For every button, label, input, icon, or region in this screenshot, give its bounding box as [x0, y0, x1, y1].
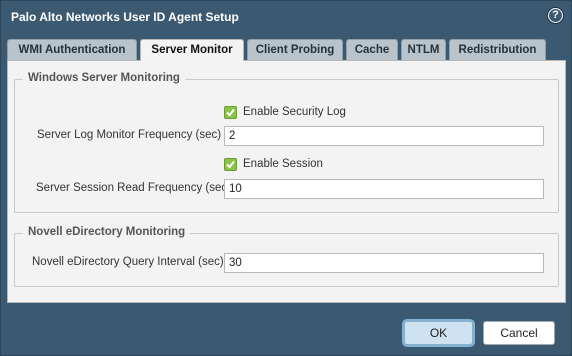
query-interval-input[interactable]: [224, 253, 544, 273]
enable-security-log-label: Enable Security Log: [243, 106, 346, 118]
window-title: Palo Alto Networks User ID Agent Setup: [11, 10, 239, 24]
novell-edirectory-monitoring-title: Novell eDirectory Monitoring: [23, 226, 191, 238]
server-monitor-panel: Windows Server Monitoring Enable Securit…: [7, 60, 566, 303]
help-icon[interactable]: ?: [548, 8, 563, 23]
enable-security-log-checkbox[interactable]: [224, 106, 237, 119]
ok-button[interactable]: OK: [404, 321, 473, 345]
query-interval-label: Novell eDirectory Query Interval (sec): [32, 256, 224, 268]
tab-cache[interactable]: Cache: [346, 39, 398, 60]
log-frequency-input[interactable]: [224, 126, 544, 146]
enable-session-checkbox[interactable]: [224, 158, 237, 171]
tab-ntlm[interactable]: NTLM: [401, 39, 446, 60]
session-frequency-label: Server Session Read Frequency (sec): [36, 182, 231, 194]
tab-wmi-authentication[interactable]: WMI Authentication: [7, 39, 137, 60]
novell-edirectory-monitoring-group: Novell eDirectory Monitoring Novell eDir…: [14, 226, 559, 287]
log-frequency-label: Server Log Monitor Frequency (sec): [37, 129, 222, 141]
tab-bar: WMI Authentication Server Monitor Client…: [7, 39, 567, 61]
windows-server-monitoring-group: Windows Server Monitoring Enable Securit…: [14, 72, 559, 213]
tab-server-monitor[interactable]: Server Monitor: [140, 39, 244, 61]
checkmark-icon: [226, 160, 235, 169]
dialog-window: Palo Alto Networks User ID Agent Setup ?…: [0, 0, 572, 356]
checkmark-icon: [226, 108, 235, 117]
windows-server-monitoring-title: Windows Server Monitoring: [23, 72, 185, 84]
title-bar: Palo Alto Networks User ID Agent Setup ?: [1, 1, 571, 33]
tab-client-probing[interactable]: Client Probing: [247, 39, 343, 60]
enable-session-label: Enable Session: [243, 158, 323, 170]
tab-redistribution[interactable]: Redistribution: [449, 39, 546, 60]
cancel-button[interactable]: Cancel: [483, 321, 555, 345]
session-frequency-input[interactable]: [224, 179, 544, 199]
